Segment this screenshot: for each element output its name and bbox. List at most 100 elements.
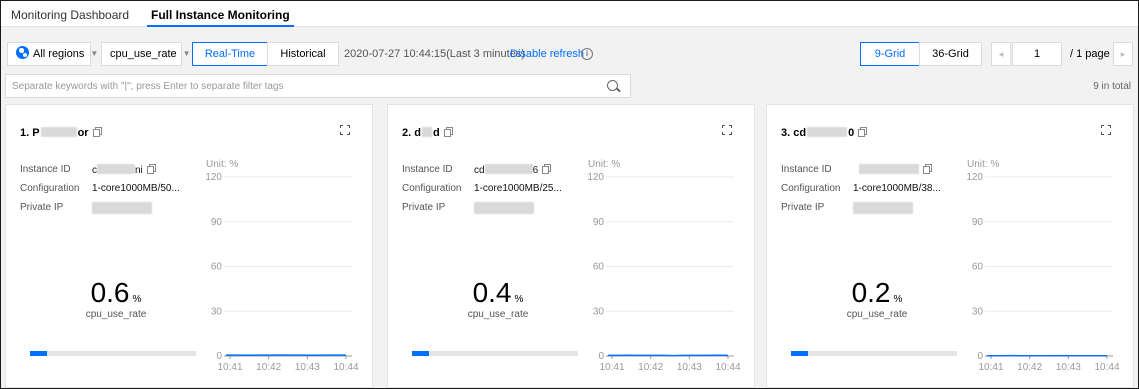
region-select[interactable]: All regions ▼ bbox=[7, 42, 98, 66]
y-tick-label: 0 bbox=[598, 351, 604, 362]
card-title-prefix: 1. P bbox=[20, 127, 40, 139]
instance-id-label: Instance ID bbox=[402, 164, 453, 175]
current-value: 0.2% bbox=[767, 277, 987, 309]
y-tick-label: 90 bbox=[972, 217, 984, 228]
x-tick-label: 10:42 bbox=[638, 362, 663, 373]
x-tick-label: 10:41 bbox=[599, 362, 624, 373]
card-title-suffix: 0 bbox=[848, 127, 855, 139]
redacted-text bbox=[97, 164, 135, 174]
redacted-text bbox=[859, 164, 919, 174]
card-title-suffix: d bbox=[432, 127, 440, 139]
value-unit: % bbox=[132, 294, 142, 305]
cpu-chart: Unit: % 0 30 60 90 120 10:41 10:42 10:43 10:44 bbox=[584, 157, 742, 379]
x-tick-label: 10:42 bbox=[1017, 362, 1042, 373]
configuration-label: Configuration bbox=[20, 183, 80, 194]
instance-id-value bbox=[853, 164, 930, 176]
card-title: 1. P or bbox=[20, 127, 100, 139]
historical-button[interactable]: Historical bbox=[267, 42, 339, 66]
page-number-input[interactable]: 1 bbox=[1012, 42, 1062, 66]
configuration-value: 1-core1000MB/50... bbox=[92, 183, 180, 194]
usage-bar bbox=[30, 351, 196, 356]
usage-bar-fill bbox=[791, 351, 808, 356]
usage-bar-fill bbox=[30, 351, 47, 356]
search-input[interactable]: Separate keywords with "|"; press Enter … bbox=[5, 74, 631, 98]
x-tick-label: 10:44 bbox=[715, 362, 740, 373]
region-label: All regions bbox=[33, 48, 85, 60]
y-tick-label: 120 bbox=[966, 172, 983, 183]
card-title-prefix: 2. d bbox=[402, 127, 421, 139]
cpu-chart: Unit: % 0 30 60 90 120 10:41 10:42 10:43 10:44 bbox=[202, 157, 360, 379]
instance-card: 3. cd 0 Instance ID Configuration 1-core1… bbox=[766, 104, 1134, 388]
usage-bar bbox=[791, 351, 957, 356]
cpu-chart-svg: Unit: % 0 30 60 90 120 10:41 10:42 10:43 10:44 bbox=[205, 159, 359, 373]
fullscreen-icon[interactable] bbox=[340, 125, 350, 135]
metric-name: cpu_use_rate bbox=[467, 309, 529, 320]
private-ip-value bbox=[853, 202, 913, 216]
instance-id-value: c ni bbox=[92, 164, 154, 176]
window-frame: Monitoring Dashboard Full Instance Monit… bbox=[0, 0, 1139, 389]
x-tick-label: 10:44 bbox=[333, 362, 358, 373]
instance-card: 1. P or Instance ID c ni Configuration 1-c… bbox=[5, 104, 373, 388]
y-tick-label: 90 bbox=[211, 217, 223, 228]
instance-card: 2. d d Instance ID cd 6 Configuration 1-co… bbox=[387, 104, 755, 388]
card-title-suffix: or bbox=[77, 127, 89, 139]
fullscreen-icon[interactable] bbox=[722, 125, 732, 135]
grid-9-button[interactable]: 9-Grid bbox=[860, 42, 920, 66]
copy-icon[interactable] bbox=[92, 129, 100, 137]
copy-icon[interactable] bbox=[542, 166, 550, 174]
y-tick-label: 0 bbox=[977, 351, 983, 362]
card-title: 3. cd 0 bbox=[781, 127, 866, 139]
y-axis-unit-label: Unit: % bbox=[967, 159, 999, 170]
y-tick-label: 30 bbox=[972, 306, 984, 317]
metric-select-label: cpu_use_rate bbox=[110, 48, 177, 60]
x-tick-label: 10:43 bbox=[1056, 362, 1081, 373]
grid-36-button[interactable]: 36-Grid bbox=[919, 42, 982, 66]
y-tick-label: 120 bbox=[205, 172, 222, 183]
private-ip-label: Private IP bbox=[402, 202, 446, 213]
prev-page-icon[interactable]: ◂ bbox=[991, 42, 1011, 66]
redacted-text bbox=[853, 202, 913, 214]
info-icon[interactable]: i bbox=[581, 48, 593, 60]
y-tick-label: 90 bbox=[593, 217, 605, 228]
disable-refresh-link[interactable]: Disable refresh bbox=[510, 48, 584, 60]
cpu-chart-svg: Unit: % 0 30 60 90 120 10:41 10:42 10:43 10:44 bbox=[587, 159, 741, 373]
y-axis-unit-label: Unit: % bbox=[206, 159, 238, 170]
x-tick-label: 10:41 bbox=[978, 362, 1003, 373]
copy-icon[interactable] bbox=[923, 166, 930, 174]
time-range-text: 2020-07-27 10:44:15(Last 3 minutes) bbox=[344, 48, 526, 60]
chevron-down-icon: ▼ bbox=[90, 49, 99, 58]
copy-icon[interactable] bbox=[443, 129, 451, 137]
copy-icon[interactable] bbox=[146, 166, 154, 174]
configuration-label: Configuration bbox=[781, 183, 841, 194]
tab-full-instance-monitoring[interactable]: Full Instance Monitoring bbox=[147, 1, 294, 27]
redacted-text bbox=[40, 127, 77, 137]
card-title: 2. d d bbox=[402, 127, 451, 139]
y-axis-unit-label: Unit: % bbox=[588, 159, 620, 170]
next-page-icon[interactable]: ▸ bbox=[1113, 42, 1133, 66]
copy-icon[interactable] bbox=[858, 129, 866, 137]
realtime-button[interactable]: Real-Time bbox=[192, 42, 268, 66]
instance-id-label: Instance ID bbox=[781, 164, 832, 175]
private-ip-label: Private IP bbox=[781, 202, 825, 213]
y-tick-label: 60 bbox=[593, 262, 605, 273]
configuration-value: 1-core1000MB/38... bbox=[853, 183, 941, 194]
globe-icon bbox=[16, 46, 29, 59]
x-tick-label: 10:44 bbox=[1094, 362, 1119, 373]
instance-id-label: Instance ID bbox=[20, 164, 71, 175]
tab-monitoring-dashboard[interactable]: Monitoring Dashboard bbox=[11, 1, 129, 27]
value-number: 0.6 bbox=[90, 277, 130, 308]
usage-bar bbox=[412, 351, 578, 356]
private-ip-value bbox=[474, 202, 534, 216]
fullscreen-icon[interactable] bbox=[1101, 125, 1111, 135]
x-tick-label: 10:41 bbox=[217, 362, 242, 373]
value-number: 0.4 bbox=[472, 277, 512, 308]
y-tick-label: 60 bbox=[972, 262, 984, 273]
metric-select[interactable]: cpu_use_rate ▼ bbox=[101, 42, 191, 66]
configuration-value: 1-core1000MB/25... bbox=[474, 183, 562, 194]
search-icon[interactable] bbox=[607, 80, 618, 91]
current-value: 0.4% bbox=[388, 277, 608, 309]
search-placeholder: Separate keywords with "|"; press Enter … bbox=[12, 81, 284, 92]
y-tick-label: 120 bbox=[587, 172, 604, 183]
x-tick-label: 10:43 bbox=[677, 362, 702, 373]
private-ip-label: Private IP bbox=[20, 202, 64, 213]
